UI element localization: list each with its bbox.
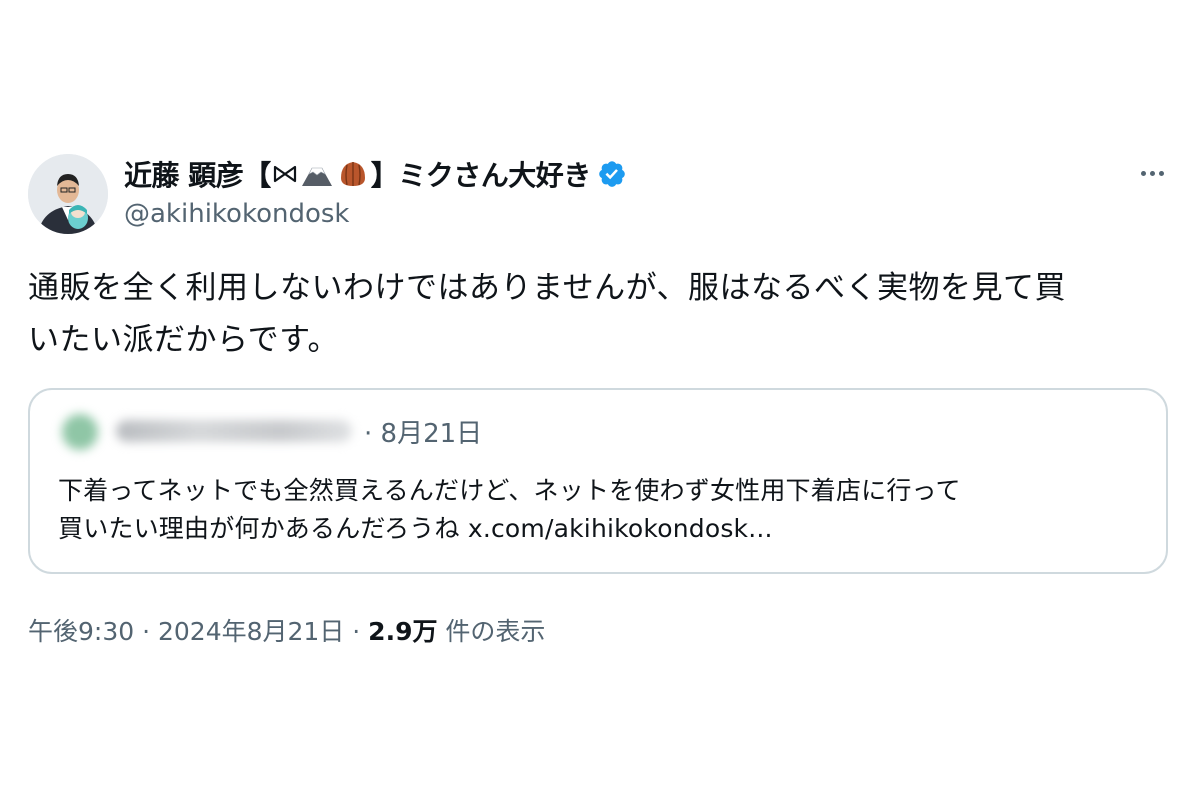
- tweet-text-line-2: いたい派だからです。: [28, 322, 339, 358]
- tweet-text-line-1: 通販を全く利用しないわけではありませんが、服はなるべく実物を見て買: [28, 270, 1066, 306]
- mount-fuji-icon: [301, 160, 333, 188]
- avatar-image: [28, 154, 108, 234]
- tweet-timestamp[interactable]: 午後9:30 · 2024年8月21日 ·: [28, 617, 368, 646]
- tweet: 近藤 顕彦【 】ミクさん大好き @akihikokondosk 通販を全く利用し…: [0, 0, 1200, 800]
- quoted-tweet-card[interactable]: · 8月21日 下着ってネットでも全然買えるんだけど、ネットを使わず女性用下着店…: [28, 388, 1168, 574]
- author-name-row[interactable]: 近藤 顕彦【 】ミクさん大好き: [124, 154, 627, 194]
- more-options-icon[interactable]: [1134, 160, 1170, 186]
- bowtie-icon: [273, 164, 297, 184]
- tweet-meta: 午後9:30 · 2024年8月21日 · 2.9万 件の表示: [28, 612, 545, 648]
- quoted-author-name-blurred: [116, 420, 352, 442]
- quoted-tweet-date: · 8月21日: [364, 419, 483, 449]
- view-count: 2.9万: [368, 617, 438, 646]
- view-count-label: 件の表示: [437, 617, 546, 646]
- author-name-prefix: 近藤 顕彦【: [124, 159, 271, 192]
- author-name-suffix: 】ミクさん大好き: [370, 159, 592, 192]
- chestnut-icon: [337, 158, 369, 190]
- verified-badge-icon: [597, 159, 627, 189]
- quoted-author-avatar: [62, 414, 98, 450]
- author-handle[interactable]: @akihikokondosk: [124, 199, 349, 229]
- tweet-text: 通販を全く利用しないわけではありませんが、服はなるべく実物を見て買 いたい派だか…: [28, 262, 1178, 366]
- quoted-text-line-2: 買いたい理由が何かあるんだろうね x.com/akihikokondosk...: [58, 514, 773, 543]
- quoted-text-line-1: 下着ってネットでも全然買えるんだけど、ネットを使わず女性用下着店に行って: [58, 476, 961, 505]
- author-avatar[interactable]: [28, 154, 108, 234]
- quoted-tweet-text: 下着ってネットでも全然買えるんだけど、ネットを使わず女性用下着店に行って 買いた…: [58, 472, 1148, 548]
